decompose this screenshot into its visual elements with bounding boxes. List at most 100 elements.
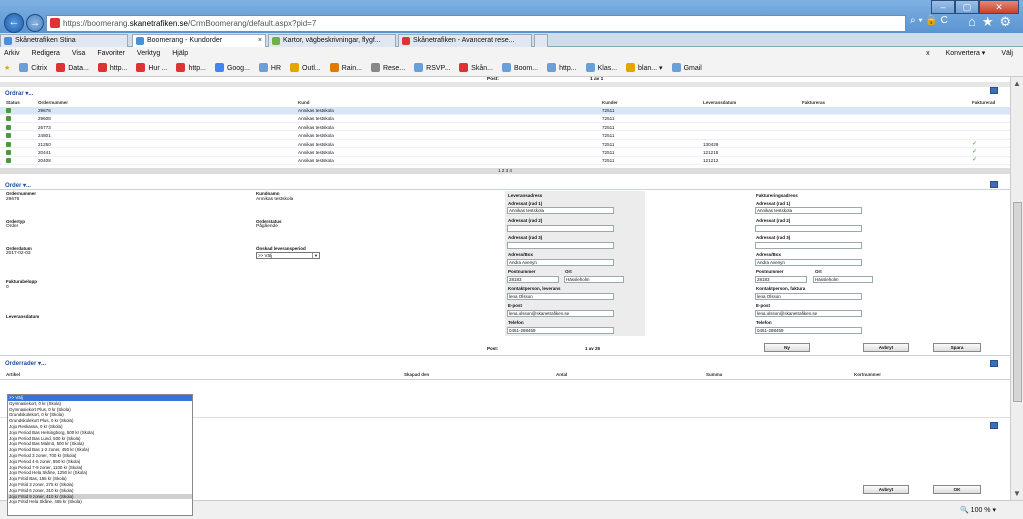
ordernummer-cell: 20408 [38,158,51,164]
table-row[interactable]: 20441 Annikas testskola 72511 121218 ✓ [0,149,1010,157]
fav-item[interactable]: Hur ... [136,61,167,76]
menu-visa[interactable]: Visa [72,50,86,57]
settings-gear-icon[interactable]: ⚙ [1000,14,1012,30]
valj-button[interactable]: Välj [1001,47,1013,60]
close-icon[interactable]: ✕ [979,0,1019,14]
zoom-level[interactable]: 🔍 100 % ▾ [960,506,996,514]
fakt-adress-label: Adress/Box [756,252,782,257]
dropdown-option[interactable]: Jojo Fritid Hela Skåne, 465 kr (Skola) [8,499,192,505]
fakt-rad2-input[interactable] [755,225,862,232]
fav-item[interactable]: Citrix [19,61,47,76]
scroll-down-icon[interactable]: ▼ [1013,489,1021,498]
lev-tel-input[interactable]: 0451-288459 [507,327,614,334]
fav-item[interactable]: RSVP... [414,61,450,76]
home-icon[interactable]: ⌂ [968,14,976,30]
menu-verktyg[interactable]: Verktyg [137,50,160,57]
back-arrow-icon[interactable]: ← [4,13,24,33]
tab-close-icon[interactable]: × [258,35,262,47]
kundnamn-value: Annikas testskola [256,197,294,202]
fakt-adress-input[interactable]: Andra Avenyn [755,259,862,266]
fakt-ort-input[interactable]: Hässleholm [813,276,873,283]
collapse-icon[interactable] [990,360,998,367]
lev-rad1-input[interactable]: Annikas testskola [507,207,614,214]
lev-rad3-input[interactable] [507,242,614,249]
lev-rad2-input[interactable] [507,225,614,232]
forward-arrow-icon[interactable]: → [26,14,44,32]
fav-item[interactable]: HR [258,61,281,76]
avbryt-button[interactable]: Avbryt [863,343,909,352]
collapse-icon[interactable] [990,181,998,188]
table-row[interactable]: 29676 Annikas testskola 72511 [0,107,1010,115]
fav-item[interactable]: http... [176,61,206,76]
orderrader-section-title[interactable]: Orderrader ▾... [5,360,46,367]
collapse-icon[interactable] [990,87,998,94]
fav-item[interactable]: Skån... [459,61,493,76]
lev-postnr-input[interactable]: 28183 [507,276,559,283]
address-bar[interactable]: https://boomerang.skanetrafiken.se/CrmBo… [46,15,906,32]
tab-skanetrafiken-avancerat[interactable]: Skånetrafiken - Avancerat rese... [398,34,532,47]
onskad-leveransperiod-select[interactable]: >> Välj ▼ [256,252,320,259]
maximize-icon[interactable]: ▢ [955,0,979,14]
fav-item[interactable]: Rain... [329,61,362,76]
artikel-dropdown-list[interactable]: >> Välj Gymnasiekort, 0 kr (Skola) Gymnasi… [7,394,193,516]
ordernummer-cell: 29608 [38,116,51,122]
tab-skanetrafiken-stina[interactable]: Skånetrafiken Stina [0,34,128,47]
table-row[interactable]: 20408 Annikas testskola 72511 121212 ✓ [0,157,1010,165]
section-expand-icon[interactable]: ▾... [38,361,46,367]
close-x-icon[interactable]: x [926,47,930,60]
fav-item[interactable]: Boom... [501,61,538,76]
fav-item[interactable]: Data... [56,61,89,76]
menu-redigera[interactable]: Redigera [32,50,60,57]
lev-epost-input[interactable]: lena.olsson@skanetrafiken.se [507,310,614,317]
url-path: /CrmBoomerang/default.aspx?pid=7 [187,19,317,28]
tab-boomerang-kundorder[interactable]: Boomerang - Kundorder × [132,34,266,47]
fakt-rad1-input[interactable]: Annikas testskola [755,207,862,214]
orders-pager[interactable]: 1 2 3 4 [0,168,1010,174]
fav-item[interactable]: Goog... [214,61,250,76]
section-expand-icon[interactable]: ▾... [25,91,33,97]
menu-hjalp[interactable]: Hjälp [172,50,188,57]
fav-item[interactable]: Rese... [370,61,405,76]
fakt-tel-input[interactable]: 0451-288459 [755,327,862,334]
chevron-down-icon[interactable]: ▼ [312,253,319,258]
menu-arkiv[interactable]: Arkiv [4,50,20,57]
lev-ort-input[interactable]: Hässleholm [564,276,624,283]
favorites-star-icon[interactable]: ★ [982,14,994,30]
table-row[interactable]: 29608 Annikas testskola 72511 [0,115,1010,123]
minimize-icon[interactable]: – [931,0,955,14]
fakt-postnr-input[interactable]: 28183 [755,276,807,283]
fakt-rad3-input[interactable] [755,242,862,249]
tab-kartor[interactable]: Kartor, vägbeskrivningar, flygf... [268,34,396,47]
fakt-kontakt-input[interactable]: lena Olsson [755,293,862,300]
table-row[interactable]: 21250 Annikas testskola 72511 130429 ✓ [0,141,1010,149]
collapse-icon[interactable] [990,422,998,429]
address-controls[interactable]: ⌕ ▾ 🔒 C [910,15,948,26]
table-row[interactable]: 26773 Annikas testskola 72511 [0,124,1010,132]
avbryt-bottom-button[interactable]: Avbryt [863,485,909,494]
spara-button[interactable]: Spara [933,343,981,352]
kund-cell: Annikas testskola [298,141,334,147]
ny-button[interactable]: Ny [764,343,810,352]
fav-item[interactable]: Gmail [671,61,702,76]
fav-item[interactable]: Outl... [290,61,321,76]
favorites-star-icon[interactable]: ★ [4,61,10,76]
table-row[interactable]: 24801 Annikas testskola 72511 [0,132,1010,140]
fav-item[interactable]: http... [547,61,577,76]
scroll-up-icon[interactable]: ▲ [1013,79,1021,88]
fav-item[interactable]: Klas... [585,61,617,76]
lev-kontakt-input[interactable]: lena Olsson [507,293,614,300]
lev-tel-label: Telefon [508,320,524,325]
order-section-title[interactable]: Order ▾... [5,182,31,189]
vertical-scrollbar[interactable]: ▲ ▼ [1010,77,1023,500]
fakt-epost-input[interactable]: lena.olsson@skanetrafiken.se [755,310,862,317]
new-tab-button[interactable] [534,34,548,47]
menu-favoriter[interactable]: Favoriter [97,50,125,57]
scrollbar-thumb[interactable] [1013,202,1022,402]
fav-item[interactable]: blan... ▾ [626,61,663,76]
konvertera-button[interactable]: Konvertera ▾ [946,47,986,60]
ok-button[interactable]: OK [933,485,981,494]
lev-adress-input[interactable]: Andra Avenyn [507,259,614,266]
fakt-epost-label: E-post [756,303,770,308]
fav-item[interactable]: http... [97,61,127,76]
orders-section-title[interactable]: Ordrar ▾... [5,90,33,97]
